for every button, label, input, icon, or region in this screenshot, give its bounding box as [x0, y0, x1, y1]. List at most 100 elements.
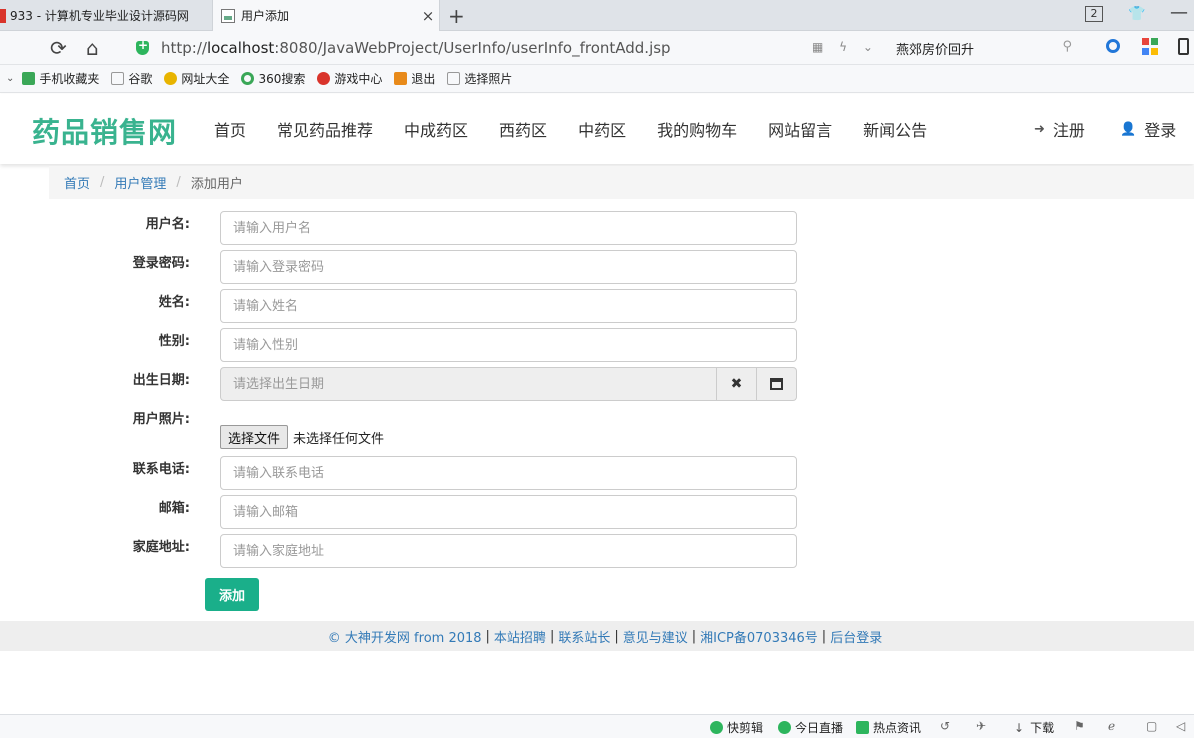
photo-label: 用户照片: [132, 412, 190, 427]
site-footer: © 大神开发网 from 2018 | 本站招聘 | 联系站长 | 意见与建议 … [0, 621, 1194, 651]
nav-chinese-patent-medicine[interactable]: 中成药区 [404, 117, 468, 141]
breadcrumb: 首页 / 用户管理 / 添加用户 [49, 166, 1194, 199]
play-icon [710, 721, 723, 734]
name-label: 姓名: [158, 295, 190, 310]
browser-tab-source-site[interactable]: 933 - 计算机专业毕业设计源码网 [0, 0, 208, 31]
apps-icon[interactable] [1142, 38, 1160, 56]
browser-tab-user-add[interactable]: 用户添加 × [212, 0, 440, 31]
gender-input[interactable] [220, 328, 797, 362]
nav-home[interactable]: 首页 [214, 117, 246, 141]
footer-link-feedback[interactable]: 意见与建议 [623, 627, 688, 646]
footer-link-jobs[interactable]: 本站招聘 [494, 627, 546, 646]
choose-file-button[interactable]: 选择文件 [220, 425, 289, 449]
breadcrumb-separator: / [176, 175, 181, 190]
page-icon [111, 72, 125, 85]
footer-link-admin-login[interactable]: 后台登录 [830, 627, 882, 646]
security-shield-icon [136, 38, 149, 55]
360-search-icon [241, 72, 255, 85]
address-label: 家庭地址: [132, 540, 190, 555]
pin-icon[interactable]: ✈ [976, 719, 986, 733]
browser-tab-bar: 933 - 计算机专业毕业设计源码网 用户添加 × + 2 👕 — [0, 0, 1194, 31]
page-favicon-icon [221, 8, 235, 23]
birthday-label: 出生日期: [132, 373, 190, 388]
window-icon[interactable]: ▢ [1146, 719, 1157, 733]
status-quick-clip[interactable]: 快剪辑 [710, 719, 763, 736]
play-icon [778, 721, 791, 734]
breadcrumb-home[interactable]: 首页 [64, 173, 90, 192]
breadcrumb-user-management[interactable]: 用户管理 [114, 173, 166, 192]
password-input[interactable] [220, 250, 797, 284]
volume-icon[interactable]: ◁ [1176, 719, 1185, 733]
form-row-username: 用户名: [0, 211, 1194, 245]
reload-icon[interactable]: ⟳ [50, 36, 67, 60]
phone-bookmark-icon [22, 72, 36, 85]
home-icon[interactable]: ⌂ [86, 36, 99, 60]
bookmark-choose-photo[interactable]: 选择照片 [447, 70, 512, 87]
tab-count-badge[interactable]: 2 [1085, 6, 1103, 22]
url-text: http://localhost:8080/JavaWebProject/Use… [161, 39, 671, 57]
skin-icon[interactable]: 👕 [1128, 6, 1145, 22]
refresh-status-icon[interactable]: ↺ [940, 719, 950, 733]
nav-news[interactable]: 新闻公告 [863, 117, 927, 141]
username-input[interactable] [220, 211, 797, 245]
footer-separator: | [485, 628, 490, 644]
bookmark-360-search[interactable]: 360搜索 [241, 70, 305, 87]
form-row-gender: 性别: [0, 328, 1194, 362]
nav-recommended-drugs[interactable]: 常见药品推荐 [277, 117, 373, 141]
site-logo[interactable]: 药品销售网 [32, 111, 177, 151]
gender-label: 性别: [158, 334, 190, 349]
address-tools-icon[interactable]: ▦ ϟ ⌄ [812, 40, 879, 54]
magnifier-icon[interactable] [1106, 39, 1120, 53]
form-row-photo: 用户照片: [0, 406, 1194, 440]
main-nav: 首页 常见药品推荐 中成药区 西药区 中药区 我的购物车 网站留言 新闻公告 [214, 117, 958, 141]
browser-status-bar: 快剪辑 今日直播 热点资讯 ↓ 下载 ↺ ✈ ⚑ ℯ ▢ ◁ [0, 714, 1194, 738]
name-input[interactable] [220, 289, 797, 323]
chevron-down-icon[interactable]: ⌄ [6, 73, 14, 84]
status-live[interactable]: 今日直播 [778, 719, 843, 736]
calendar-button[interactable] [757, 367, 797, 401]
login-link[interactable]: 👤 登录 [1120, 117, 1176, 141]
nav-guestbook[interactable]: 网站留言 [768, 117, 832, 141]
footer-link-icp[interactable]: 湘ICP备0703346号 [700, 627, 818, 646]
form-row-name: 姓名: [0, 289, 1194, 323]
add-user-button[interactable]: 添加 [205, 578, 259, 611]
new-tab-button[interactable]: + [448, 4, 465, 28]
bookmark-google[interactable]: 谷歌 [111, 70, 152, 87]
phone-icon[interactable] [1178, 38, 1189, 55]
url-field[interactable]: http://localhost:8080/JavaWebProject/Use… [136, 35, 804, 61]
nav-shopping-cart[interactable]: 我的购物车 [657, 117, 737, 141]
tab-close-icon[interactable]: × [417, 7, 439, 25]
form-row-phone: 联系电话: [0, 456, 1194, 490]
register-link[interactable]: ➜ 注册 [1034, 117, 1085, 141]
form-row-password: 登录密码: [0, 250, 1194, 284]
birthday-input[interactable] [220, 367, 717, 401]
minimize-icon[interactable]: — [1170, 2, 1188, 23]
nav-western-medicine[interactable]: 西药区 [499, 117, 547, 141]
clear-date-icon[interactable]: ✖ [717, 367, 757, 401]
footer-separator: | [549, 628, 555, 644]
email-input[interactable] [220, 495, 797, 529]
calendar-icon [770, 378, 783, 390]
bookmarks-bar: ⌄ 手机收藏夹 谷歌 网址大全 360搜索 游戏中心 退出 选择照片 [0, 65, 1194, 93]
search-icon[interactable]: ⚲ [1062, 39, 1072, 54]
browser-search-box[interactable]: 燕郊房价回升 ⚲ [896, 35, 1078, 61]
bookmark-game-center[interactable]: 游戏中心 [317, 70, 382, 87]
address-input[interactable] [220, 534, 797, 568]
birthday-date-picker: ✖ [220, 367, 797, 401]
status-hot-news[interactable]: 热点资讯 [856, 719, 921, 736]
photo-file-picker: 选择文件 未选择任何文件 [220, 425, 384, 449]
file-status-text: 未选择任何文件 [293, 431, 385, 447]
form-row-birthday: 出生日期: ✖ [0, 367, 1194, 401]
game-icon [317, 72, 331, 85]
status-download[interactable]: ↓ 下载 [1014, 719, 1054, 736]
footer-link-contact[interactable]: 联系站长 [558, 627, 610, 646]
bookmark-exit[interactable]: 退出 [394, 70, 435, 87]
flag-icon[interactable]: ⚑ [1074, 719, 1085, 733]
bookmark-mobile-favorites[interactable]: 手机收藏夹 [22, 70, 99, 87]
exit-icon [394, 72, 408, 85]
breadcrumb-separator: / [100, 175, 105, 190]
ie-icon[interactable]: ℯ [1108, 719, 1115, 733]
nav-herbal-medicine[interactable]: 中药区 [578, 117, 626, 141]
phone-input[interactable] [220, 456, 797, 490]
bookmark-hao[interactable]: 网址大全 [164, 70, 229, 87]
